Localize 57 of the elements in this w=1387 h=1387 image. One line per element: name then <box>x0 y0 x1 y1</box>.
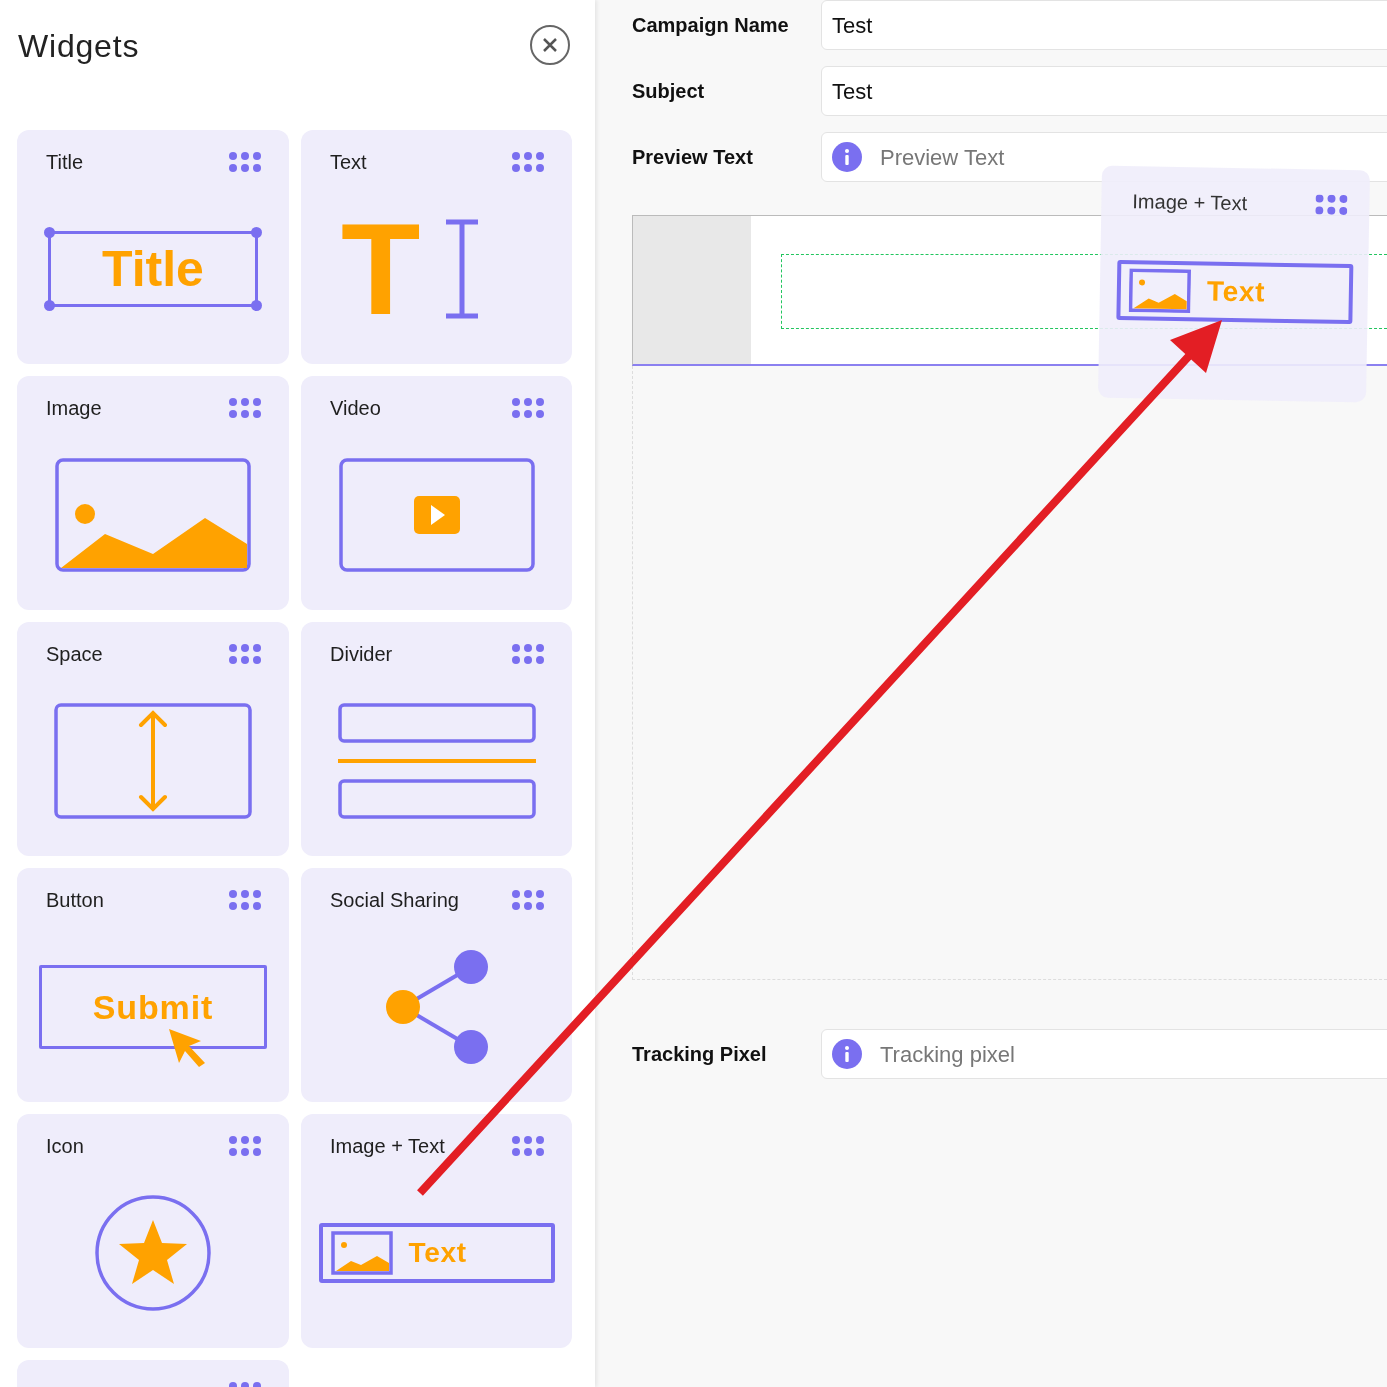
widget-title: Title <box>46 150 84 175</box>
drag-handle-icon[interactable] <box>229 1136 261 1156</box>
input-field[interactable]: Test <box>821 66 1387 116</box>
widget-title: Image + Text <box>1132 189 1248 217</box>
image-icon <box>1128 268 1192 314</box>
widget-title: Divider <box>330 642 393 667</box>
drag-handle-icon[interactable] <box>512 152 544 172</box>
widget-card[interactable]: Social Sharing <box>301 868 572 1102</box>
drag-handle-icon[interactable] <box>1315 194 1348 215</box>
widget-card[interactable]: Title Title <box>17 130 289 364</box>
widget-card[interactable]: Image + Text Text <box>301 1114 572 1348</box>
text-cursor-icon <box>444 219 481 319</box>
share-icon <box>384 949 489 1065</box>
widget-title: Space <box>46 642 103 667</box>
widget-title: Image + Text <box>330 1134 445 1159</box>
video-icon <box>338 458 535 572</box>
image-icon <box>330 1231 393 1275</box>
drag-handle-icon[interactable] <box>512 890 544 910</box>
widget-title: Video <box>330 396 381 421</box>
widget-title: Button <box>46 888 104 913</box>
text-glyph: T <box>341 204 421 334</box>
panel-title: Widgets <box>18 27 140 66</box>
image-text-illustration: Text <box>1116 259 1354 325</box>
input-field[interactable]: Test <box>821 0 1387 50</box>
widget-card[interactable]: Text T <box>301 130 572 364</box>
drag-handle-icon[interactable] <box>229 398 261 418</box>
drag-handle-icon[interactable] <box>229 152 261 172</box>
drag-handle-icon[interactable] <box>512 1136 544 1156</box>
close-button[interactable] <box>530 25 570 65</box>
widget-card[interactable]: Icon <box>17 1114 289 1348</box>
input-field[interactable]: Tracking pixel <box>821 1029 1387 1079</box>
image-text-illustration: Text <box>318 1223 555 1283</box>
field-label: Subject <box>632 79 706 104</box>
field-label: Campaign Name <box>632 13 790 38</box>
drag-handle-icon[interactable] <box>229 644 261 664</box>
drag-handle-icon[interactable] <box>512 398 544 418</box>
field-label: Preview Text <box>632 145 754 170</box>
widget-card[interactable]: Image <box>17 376 289 610</box>
submit-button-illustration: Submit <box>39 965 267 1049</box>
drag-handle-icon[interactable] <box>229 890 261 910</box>
widget-card[interactable]: Video <box>301 376 572 610</box>
divider-icon <box>337 703 536 819</box>
field-label: Tracking Pixel <box>632 1042 768 1067</box>
drag-handle-icon[interactable] <box>512 644 544 664</box>
text-input[interactable]: Test <box>832 74 1386 108</box>
widget-card[interactable]: Space <box>17 622 289 856</box>
widget-title: Image <box>46 396 102 421</box>
widget-title: Social Sharing <box>330 888 459 913</box>
image-icon <box>55 458 251 572</box>
widget-title: Icon <box>46 1134 84 1159</box>
close-icon <box>542 37 558 53</box>
widget-card[interactable]: Button Submit <box>17 868 289 1102</box>
text-input[interactable]: Tracking pixel <box>880 1037 1386 1071</box>
widget-card[interactable]: Divider <box>301 622 572 856</box>
text-input[interactable]: Test <box>832 8 1386 42</box>
spacing-icon <box>54 703 252 819</box>
widget-title: Text <box>330 150 367 175</box>
